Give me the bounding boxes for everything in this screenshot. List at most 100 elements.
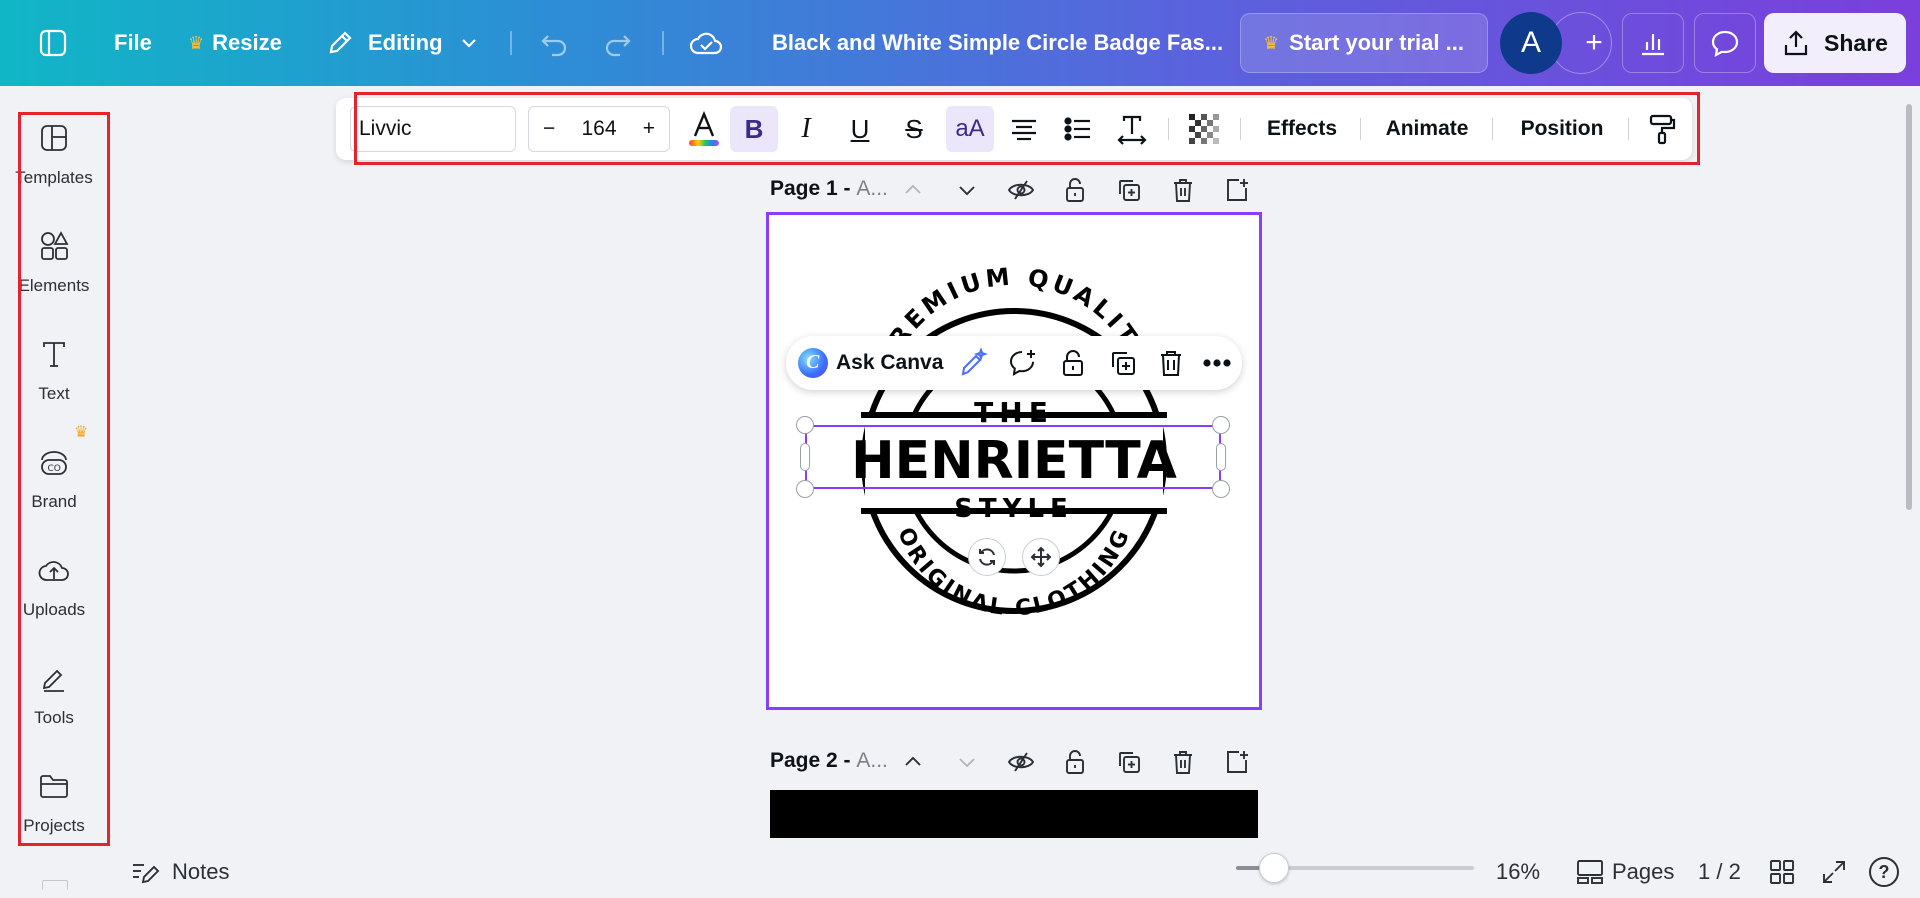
page-1-delete-button[interactable]: [1168, 175, 1198, 205]
lock-icon: [1066, 178, 1084, 202]
pages-icon: [1577, 860, 1603, 884]
header-divider: [662, 31, 664, 55]
page-2-move-down-button[interactable]: [952, 747, 982, 777]
pencil-icon: [329, 31, 352, 54]
undo-icon: [541, 35, 567, 57]
comments-button[interactable]: [1694, 13, 1756, 73]
lock-element-button[interactable]: [1058, 348, 1088, 378]
top-header: File ♛ Resize Editing Black and White Si…: [0, 0, 1920, 86]
chevron-down-icon: [959, 186, 975, 196]
page-2-hide-button[interactable]: [1006, 747, 1036, 777]
grid-icon: [1770, 860, 1794, 884]
page-1-label[interactable]: Page 1 - A...: [770, 177, 888, 201]
zoom-slider-thumb[interactable]: [1259, 853, 1290, 883]
more-horizontal-icon: [1203, 359, 1231, 367]
page-2-add-button[interactable]: [1222, 747, 1252, 777]
resize-handle-top-left[interactable]: [796, 416, 814, 434]
help-icon: ?: [1869, 857, 1899, 887]
page-2-duplicate-button[interactable]: [1114, 747, 1144, 777]
chevron-up-icon: [905, 184, 921, 194]
more-options-button[interactable]: [1202, 348, 1232, 378]
editing-mode-button[interactable]: Editing: [326, 0, 479, 86]
insights-button[interactable]: [1622, 13, 1684, 73]
bar-chart-icon: [1642, 34, 1664, 56]
add-comment-button[interactable]: [1008, 348, 1038, 378]
page-1-move-up-button[interactable]: [898, 175, 928, 205]
page-1-add-button[interactable]: [1222, 175, 1252, 205]
resize-handle-bottom-right[interactable]: [1212, 480, 1230, 498]
delete-element-button[interactable]: [1156, 348, 1186, 378]
user-avatar[interactable]: A: [1500, 12, 1562, 74]
resize-handle-right[interactable]: [1216, 443, 1226, 471]
page-2-canvas[interactable]: [770, 790, 1258, 838]
text-selection-box[interactable]: [805, 425, 1221, 489]
lock-icon: [1066, 750, 1084, 774]
header-divider: [510, 31, 512, 55]
sidebar-highlight-box: [18, 112, 110, 846]
help-button[interactable]: ?: [1866, 852, 1902, 892]
duplicate-element-button[interactable]: [1108, 348, 1138, 378]
eye-off-icon: [1007, 180, 1035, 200]
rotate-handle[interactable]: [968, 538, 1006, 576]
crown-icon: ♛: [188, 32, 205, 53]
redo-icon: [605, 35, 631, 57]
badge-style-text: STYLE: [954, 494, 1074, 524]
trash-icon: [1174, 179, 1192, 202]
eye-off-icon: [1007, 752, 1035, 772]
page-2-label[interactable]: Page 2 - A...: [770, 749, 888, 773]
resize-handle-left[interactable]: [800, 443, 810, 471]
pages-view-icon[interactable]: [1572, 852, 1608, 892]
panel-icon: [39, 29, 67, 57]
comment-icon: [1711, 30, 1739, 58]
document-title[interactable]: Black and White Simple Circle Badge Fas.…: [772, 0, 1223, 86]
redo-button[interactable]: [602, 0, 634, 86]
sidebar-toggle-button[interactable]: [38, 0, 68, 86]
start-trial-button[interactable]: ♛ Start your trial ...: [1240, 13, 1488, 73]
magic-pencil-icon: [961, 348, 988, 376]
page-1-lock-button[interactable]: [1060, 175, 1090, 205]
file-menu-button[interactable]: File: [114, 0, 152, 86]
duplicate-icon: [1119, 752, 1140, 773]
page-1-move-down-button[interactable]: [952, 175, 982, 205]
page-2-move-up-button[interactable]: [898, 747, 928, 777]
fullscreen-button[interactable]: [1816, 852, 1852, 892]
add-page-icon: [1227, 179, 1248, 201]
page-counter: 1 / 2: [1698, 859, 1741, 884]
chevron-up-icon: [905, 756, 921, 766]
ask-canva-bar: C Ask Canva: [786, 336, 1242, 390]
save-status-button[interactable]: [688, 0, 724, 86]
canva-assistant-icon: C: [798, 348, 828, 378]
cloud-check-icon: [689, 32, 723, 55]
pages-button[interactable]: Pages: [1612, 852, 1674, 892]
notes-button[interactable]: Notes: [130, 852, 229, 892]
more-apps-icon[interactable]: [42, 880, 68, 890]
add-page-icon: [1227, 751, 1248, 773]
zoom-level[interactable]: 16%: [1496, 852, 1540, 892]
comment-plus-icon: [1009, 350, 1035, 376]
upload-share-icon: [1784, 30, 1808, 56]
chevron-down-icon: [959, 758, 975, 768]
undo-button[interactable]: [538, 0, 570, 86]
lock-icon: [1063, 350, 1083, 376]
trash-icon: [1161, 351, 1181, 376]
duplicate-icon: [1119, 180, 1140, 201]
page-2-delete-button[interactable]: [1168, 747, 1198, 777]
move-handle[interactable]: [1022, 538, 1060, 576]
rotate-icon: [979, 548, 995, 566]
resize-handle-bottom-left[interactable]: [796, 480, 814, 498]
share-button[interactable]: Share: [1764, 13, 1906, 73]
page-1-duplicate-button[interactable]: [1114, 175, 1144, 205]
ask-canva-button[interactable]: Ask Canva: [836, 336, 943, 390]
grid-view-button[interactable]: [1764, 852, 1800, 892]
chevron-down-icon: [461, 39, 476, 48]
notes-icon: [133, 864, 160, 884]
page-2-lock-button[interactable]: [1060, 747, 1090, 777]
expand-icon: [1823, 861, 1845, 883]
duplicate-icon: [1112, 352, 1135, 375]
canvas-scrollbar[interactable]: [1906, 104, 1912, 510]
move-icon: [1030, 546, 1052, 568]
resize-handle-top-right[interactable]: [1212, 416, 1230, 434]
magic-edit-button[interactable]: [958, 348, 988, 378]
page-1-hide-button[interactable]: [1006, 175, 1036, 205]
resize-button[interactable]: ♛ Resize: [188, 0, 282, 86]
